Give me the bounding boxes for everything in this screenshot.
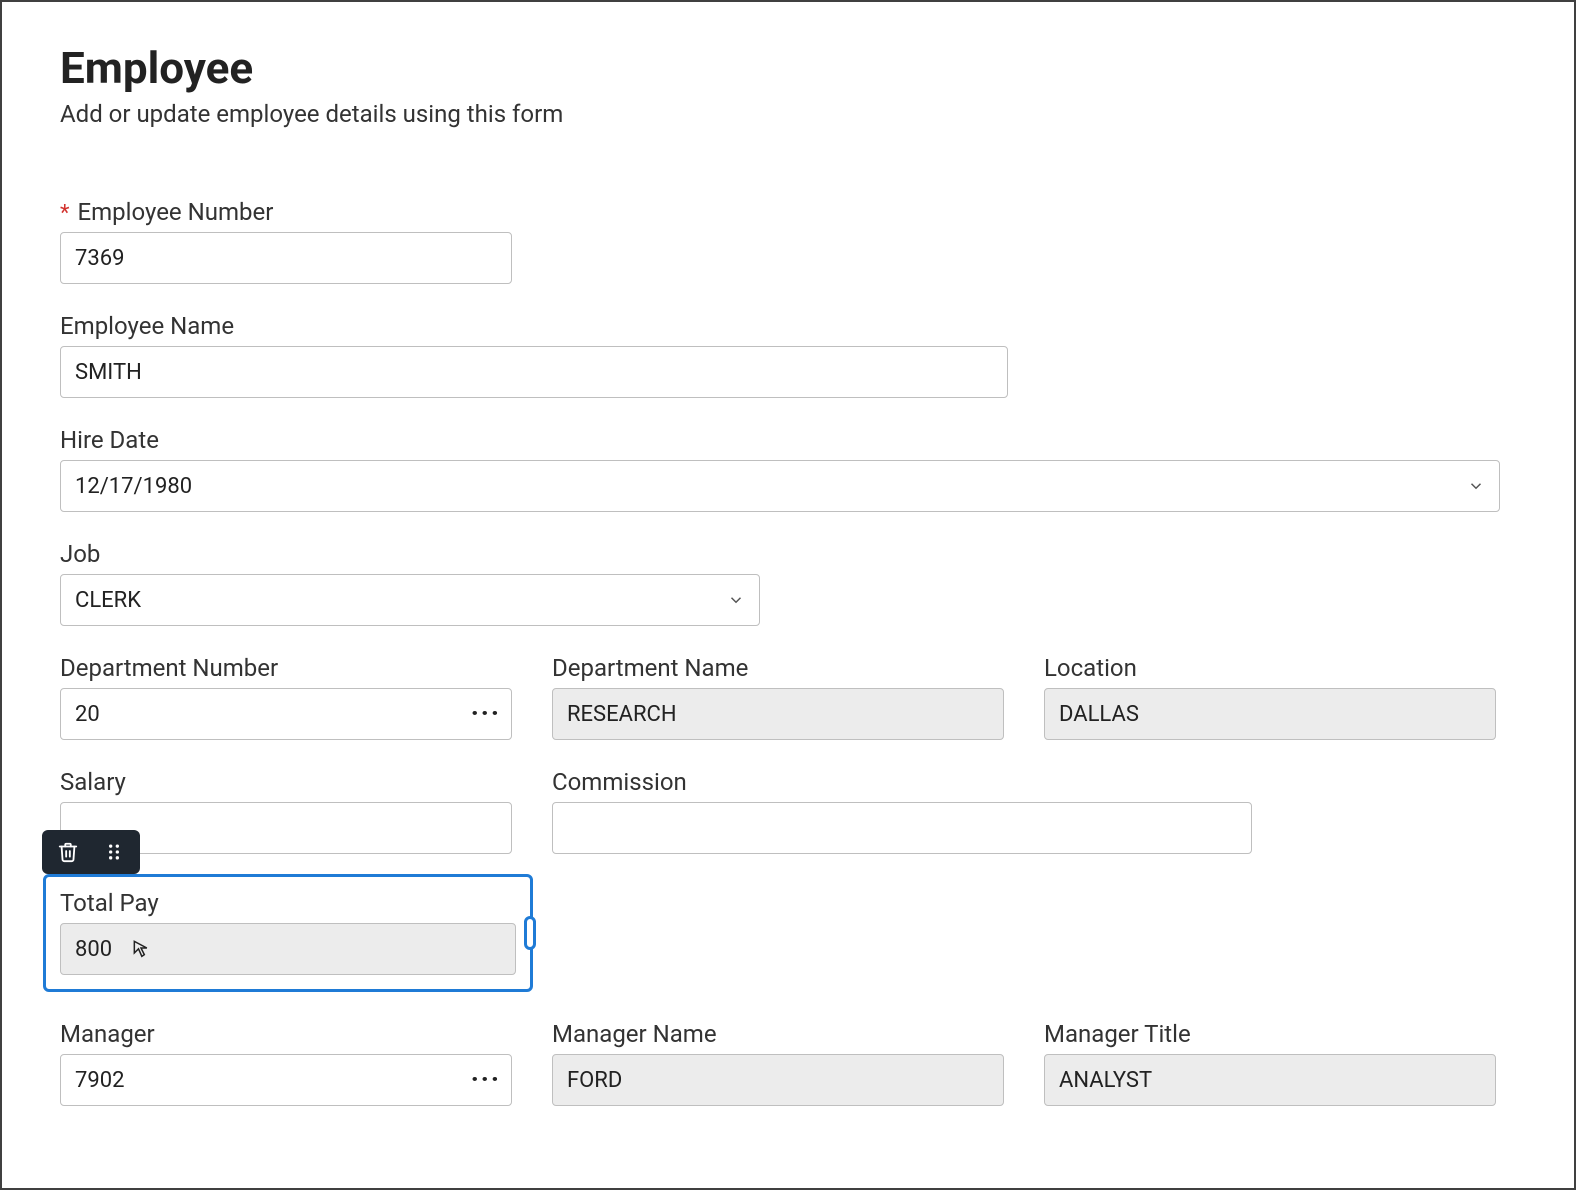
location-value: DALLAS [1059,702,1139,727]
total-pay-value: 800 [75,937,112,962]
job-field: Job CLERK [60,540,760,626]
employee-form-region: Employee Add or update employee details … [0,0,1576,1190]
lov-ellipsis-icon[interactable]: ··· [471,1067,501,1093]
commission-input[interactable] [552,802,1252,854]
commission-field: Commission [552,768,1252,854]
lov-ellipsis-icon[interactable]: ··· [471,701,501,727]
manager-name-field: Manager Name FORD [552,1020,1004,1106]
employee-name-label: Employee Name [60,312,234,340]
department-number-value: 20 [75,702,100,727]
department-number-label: Department Number [60,654,278,682]
total-pay-selected-region[interactable]: Total Pay 800 [43,874,533,992]
location-field: Location DALLAS [1044,654,1496,740]
employee-number-value: 7369 [75,246,124,271]
job-select[interactable]: CLERK [60,574,760,626]
manager-name-output: FORD [552,1054,1004,1106]
job-value: CLERK [75,588,141,613]
department-name-label: Department Name [552,654,748,682]
employee-name-value: SMITH [75,360,142,385]
department-number-input[interactable]: 20 ··· [60,688,512,740]
manager-value: 7902 [75,1068,124,1093]
manager-field: Manager 7902 ··· [60,1020,512,1106]
selection-toolbar [42,830,140,874]
cursor-icon [131,938,151,958]
hire-date-field: Hire Date 12/17/1980 [60,426,1500,512]
manager-name-value: FORD [567,1068,622,1093]
page-subtitle: Add or update employee details using thi… [60,100,1516,128]
location-label: Location [1044,654,1137,682]
page-title: Employee [60,42,1516,94]
department-number-field: Department Number 20 ··· [60,654,512,740]
department-name-value: RESEARCH [567,702,677,727]
resize-handle[interactable] [524,916,536,950]
total-pay-label: Total Pay [60,889,516,917]
employee-number-input[interactable]: 7369 [60,232,512,284]
manager-label: Manager [60,1020,155,1048]
location-output: DALLAS [1044,688,1496,740]
trash-icon [57,841,79,863]
employee-number-field: * Employee Number 7369 [60,198,512,284]
job-label: Job [60,540,100,568]
manager-title-value: ANALYST [1059,1068,1152,1093]
hire-date-input[interactable]: 12/17/1980 [60,460,1500,512]
department-name-field: Department Name RESEARCH [552,654,1004,740]
manager-title-field: Manager Title ANALYST [1044,1020,1496,1106]
required-star-icon: * [60,203,69,225]
department-name-output: RESEARCH [552,688,1004,740]
manager-input[interactable]: 7902 ··· [60,1054,512,1106]
delete-button[interactable] [54,838,82,866]
commission-label: Commission [552,768,687,796]
drag-dots-icon [104,842,124,862]
chevron-down-icon [727,591,745,609]
employee-number-label: Employee Number [77,198,273,226]
manager-name-label: Manager Name [552,1020,717,1048]
employee-name-field: Employee Name SMITH [60,312,1008,398]
employee-name-input[interactable]: SMITH [60,346,1008,398]
salary-label: Salary [60,768,126,796]
hire-date-value: 12/17/1980 [75,474,192,499]
manager-title-label: Manager Title [1044,1020,1191,1048]
drag-handle[interactable] [100,838,128,866]
hire-date-label: Hire Date [60,426,159,454]
manager-title-output: ANALYST [1044,1054,1496,1106]
total-pay-output: 800 [60,923,516,975]
chevron-down-icon [1467,477,1485,495]
